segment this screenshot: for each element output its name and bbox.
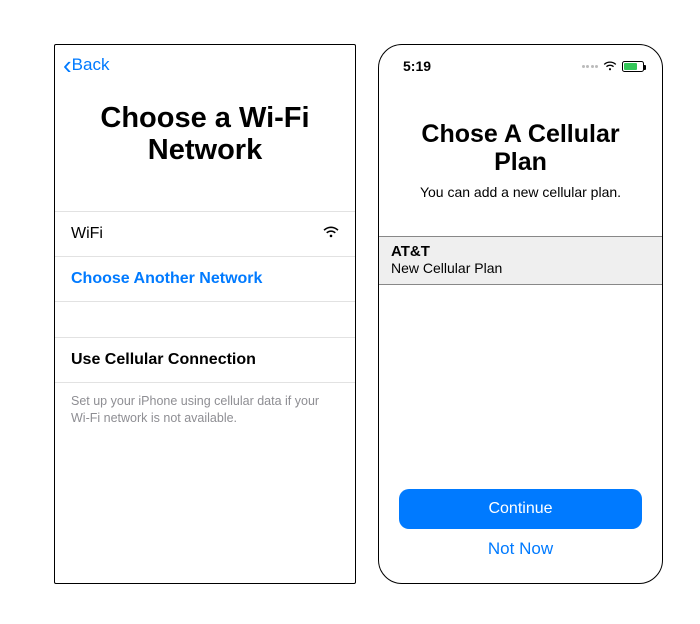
bottom-actions: Continue Not Now	[379, 489, 662, 559]
chevron-left-icon: ‹	[63, 57, 72, 74]
wifi-network-row[interactable]: WiFi	[55, 212, 355, 257]
wifi-setup-screen: ‹ Back Choose a Wi-Fi Network WiFi Choos…	[54, 44, 356, 584]
cellular-plan-row[interactable]: AT&T New Cellular Plan	[379, 236, 662, 285]
wifi-network-name: WiFi	[71, 225, 103, 243]
page-title: Chose A Cellular Plan	[379, 81, 662, 184]
plan-label: New Cellular Plan	[391, 260, 650, 276]
cellular-signal-icon	[582, 65, 599, 68]
wifi-icon	[323, 225, 339, 243]
back-label: Back	[72, 55, 110, 75]
page-subtitle: You can add a new cellular plan.	[379, 184, 662, 236]
choose-another-network-button[interactable]: Choose Another Network	[55, 257, 355, 302]
status-time: 5:19	[403, 58, 431, 74]
status-indicators	[582, 61, 645, 72]
choose-another-label: Choose Another Network	[71, 270, 262, 288]
carrier-name: AT&T	[391, 243, 650, 260]
status-bar: 5:19	[379, 45, 662, 81]
continue-button[interactable]: Continue	[399, 489, 642, 529]
cellular-plan-screen: 5:19 Chose A Cellular Plan You can add a…	[378, 44, 663, 584]
cellular-footnote: Set up your iPhone using cellular data i…	[55, 383, 355, 427]
use-cellular-button[interactable]: Use Cellular Connection	[55, 338, 355, 383]
section-gap	[55, 302, 355, 338]
network-list: WiFi Choose Another Network Use Cellular…	[55, 211, 355, 383]
page-title: Choose a Wi-Fi Network	[55, 75, 355, 211]
not-now-button[interactable]: Not Now	[488, 539, 553, 559]
use-cellular-label: Use Cellular Connection	[71, 351, 256, 369]
back-button[interactable]: ‹ Back	[55, 45, 355, 75]
battery-icon	[622, 61, 644, 72]
wifi-status-icon	[603, 61, 617, 71]
